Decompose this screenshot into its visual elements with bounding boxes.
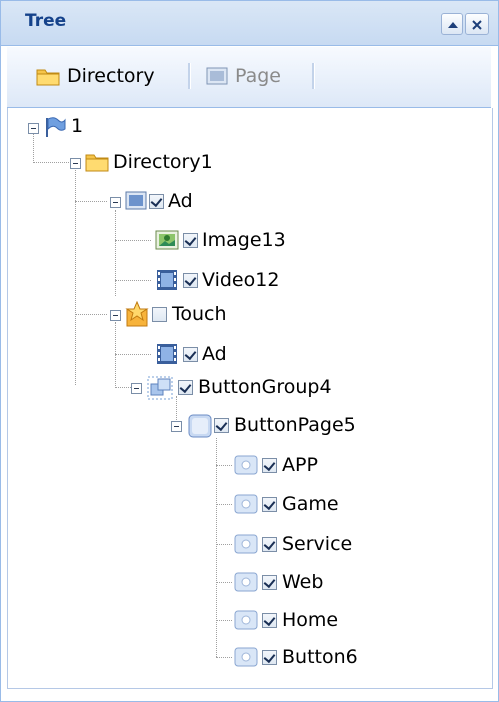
add-page-button[interactable]: Page bbox=[205, 61, 281, 91]
tree-node-label: Service bbox=[282, 533, 353, 555]
tree-view: 1 Directory1 Ad Image13 Video12 Touch Ad… bbox=[7, 108, 493, 689]
checkbox[interactable] bbox=[183, 347, 198, 362]
tree-node-label: Directory1 bbox=[113, 151, 213, 173]
toolbar: Directory Page bbox=[7, 47, 491, 108]
collapse-toggle[interactable] bbox=[171, 421, 182, 432]
tree-node-label: ButtonPage5 bbox=[234, 414, 356, 436]
tree-node-touch-ad[interactable]: Ad bbox=[8, 340, 258, 370]
tree-node-button-button6[interactable]: Button6 bbox=[8, 643, 358, 673]
toolbar-separator bbox=[312, 63, 315, 89]
tree-node-ad[interactable]: Ad bbox=[8, 187, 258, 217]
button-icon bbox=[234, 647, 258, 667]
checkbox[interactable] bbox=[262, 650, 277, 665]
toolbar-separator bbox=[188, 63, 191, 89]
button-group-icon bbox=[147, 376, 173, 400]
checkbox[interactable] bbox=[183, 233, 198, 248]
tree-node-buttongroup4[interactable]: ButtonGroup4 bbox=[8, 373, 332, 403]
tree-node-label: Video12 bbox=[202, 269, 280, 291]
tree-node-video12[interactable]: Video12 bbox=[8, 266, 279, 296]
button-icon bbox=[234, 572, 258, 592]
tree-node-label: ButtonGroup4 bbox=[198, 376, 332, 398]
tree-node-button-home[interactable]: Home bbox=[8, 606, 338, 636]
film-icon bbox=[157, 270, 177, 290]
tree-node-label: Game bbox=[282, 493, 339, 515]
collapse-toggle[interactable] bbox=[131, 383, 142, 394]
close-button[interactable] bbox=[465, 13, 489, 35]
collapse-toggle[interactable] bbox=[28, 123, 39, 134]
button-icon bbox=[234, 455, 258, 475]
checkbox[interactable] bbox=[262, 575, 277, 590]
checkbox[interactable] bbox=[152, 307, 167, 322]
tree-node-label: Ad bbox=[202, 343, 227, 365]
star-page-icon bbox=[125, 301, 149, 327]
close-icon bbox=[472, 20, 482, 30]
panel-title: Tree bbox=[25, 11, 67, 31]
add-directory-button[interactable]: Directory bbox=[35, 61, 155, 91]
collapse-toggle[interactable] bbox=[110, 310, 121, 321]
tree-node-image13[interactable]: Image13 bbox=[8, 226, 286, 256]
tree-node-button-service[interactable]: Service bbox=[8, 530, 352, 560]
image-icon bbox=[155, 230, 179, 250]
tree-node-button-app[interactable]: APP bbox=[8, 451, 318, 481]
tree-node-directory1[interactable]: Directory1 bbox=[8, 148, 258, 178]
tree-node-label: Home bbox=[282, 609, 339, 631]
tree-node-label: 1 bbox=[71, 115, 84, 137]
checkbox[interactable] bbox=[262, 613, 277, 628]
folder-icon bbox=[85, 154, 109, 172]
tree-node-label: Ad bbox=[168, 190, 193, 212]
tree-node-button-game[interactable]: Game bbox=[8, 490, 339, 520]
tree-node-label: Touch bbox=[172, 303, 227, 325]
button-icon bbox=[234, 534, 258, 554]
folder-icon bbox=[36, 69, 60, 86]
checkbox[interactable] bbox=[262, 497, 277, 512]
tree-node-buttonpage5[interactable]: ButtonPage5 bbox=[8, 411, 356, 441]
checkbox[interactable] bbox=[214, 418, 229, 433]
film-icon bbox=[157, 344, 177, 364]
tree-node-touch[interactable]: Touch bbox=[8, 300, 258, 330]
checkbox[interactable] bbox=[149, 194, 164, 209]
page-icon bbox=[206, 67, 228, 85]
tree-node-label: APP bbox=[282, 454, 318, 476]
page-label: Page bbox=[235, 65, 281, 87]
checkbox[interactable] bbox=[178, 380, 193, 395]
checkbox[interactable] bbox=[183, 273, 198, 288]
collapse-toggle[interactable] bbox=[70, 158, 81, 169]
button-icon bbox=[234, 610, 258, 630]
checkbox[interactable] bbox=[262, 537, 277, 552]
tree-panel: Tree Directory Page 1 Directory1 Ad Imag… bbox=[0, 0, 499, 702]
checkbox[interactable] bbox=[262, 458, 277, 473]
tree-node-label: Button6 bbox=[282, 646, 358, 668]
panel-header: Tree bbox=[1, 1, 498, 46]
directory-label: Directory bbox=[67, 65, 155, 87]
tree-node-button-web[interactable]: Web bbox=[8, 568, 323, 598]
collapse-button[interactable] bbox=[441, 13, 463, 35]
button-icon bbox=[234, 494, 258, 514]
triangle-up-icon bbox=[448, 22, 458, 28]
collapse-toggle[interactable] bbox=[110, 197, 121, 208]
tree-node-root[interactable]: 1 bbox=[8, 112, 208, 142]
flag-icon bbox=[46, 117, 66, 137]
button-page-icon bbox=[188, 414, 212, 438]
tree-node-label: Web bbox=[282, 571, 324, 593]
page-icon bbox=[125, 191, 147, 210]
tree-node-label: Image13 bbox=[202, 229, 286, 251]
